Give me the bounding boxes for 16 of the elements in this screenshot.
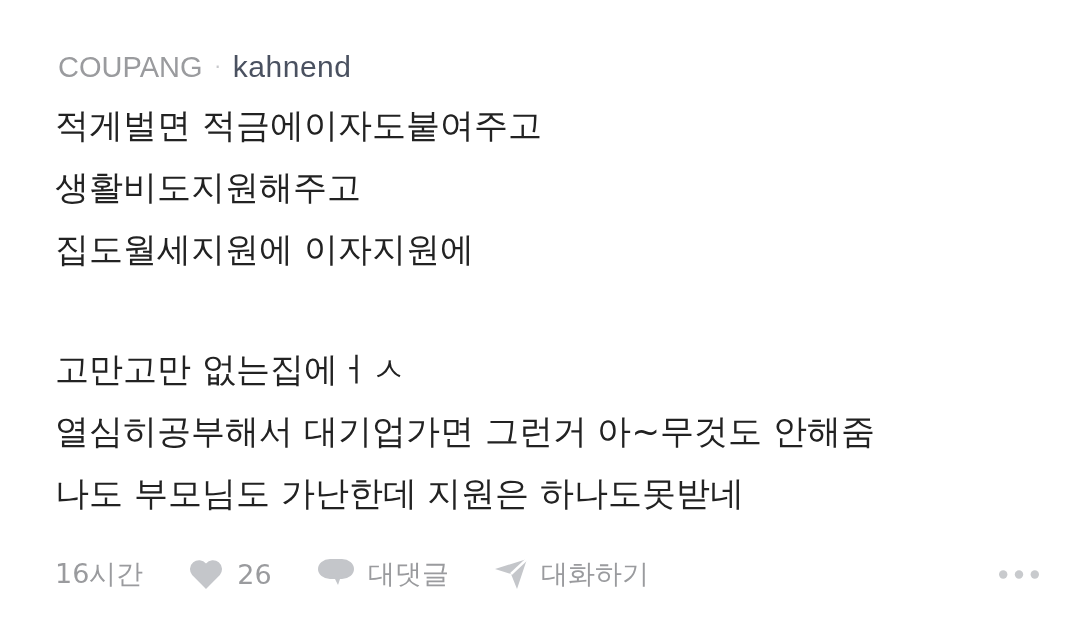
author-name[interactable]: kahnend bbox=[232, 50, 352, 84]
reply-button[interactable]: 대댓글 bbox=[317, 556, 449, 592]
comment-text-line: 나도 부모님도 가난한데 지원은 하나도못받네 bbox=[55, 472, 745, 515]
source-label: COUPANG bbox=[58, 50, 203, 84]
comment-text-line: 고만고만 없는집에ㅓㅅ bbox=[55, 348, 406, 391]
timestamp: 16시간 bbox=[55, 557, 144, 591]
like-button[interactable]: 26 bbox=[189, 558, 272, 590]
paper-plane-icon bbox=[494, 559, 527, 589]
more-options-icon[interactable] bbox=[999, 569, 1039, 579]
comment-text-line: 집도월세지원에 이자지원에 bbox=[55, 228, 474, 271]
chat-button[interactable]: 대화하기 bbox=[494, 556, 649, 592]
separator-dot: · bbox=[214, 55, 221, 79]
comment-text-line: 생활비도지원해주고 bbox=[55, 166, 361, 209]
heart-icon bbox=[189, 559, 224, 589]
comment-text-line: 열심히공부해서 대기업가면 그런거 아~무것도 안해줌 bbox=[55, 410, 875, 453]
comment-text-line: 적게벌면 적금에이자도붙여주고 bbox=[55, 104, 542, 147]
